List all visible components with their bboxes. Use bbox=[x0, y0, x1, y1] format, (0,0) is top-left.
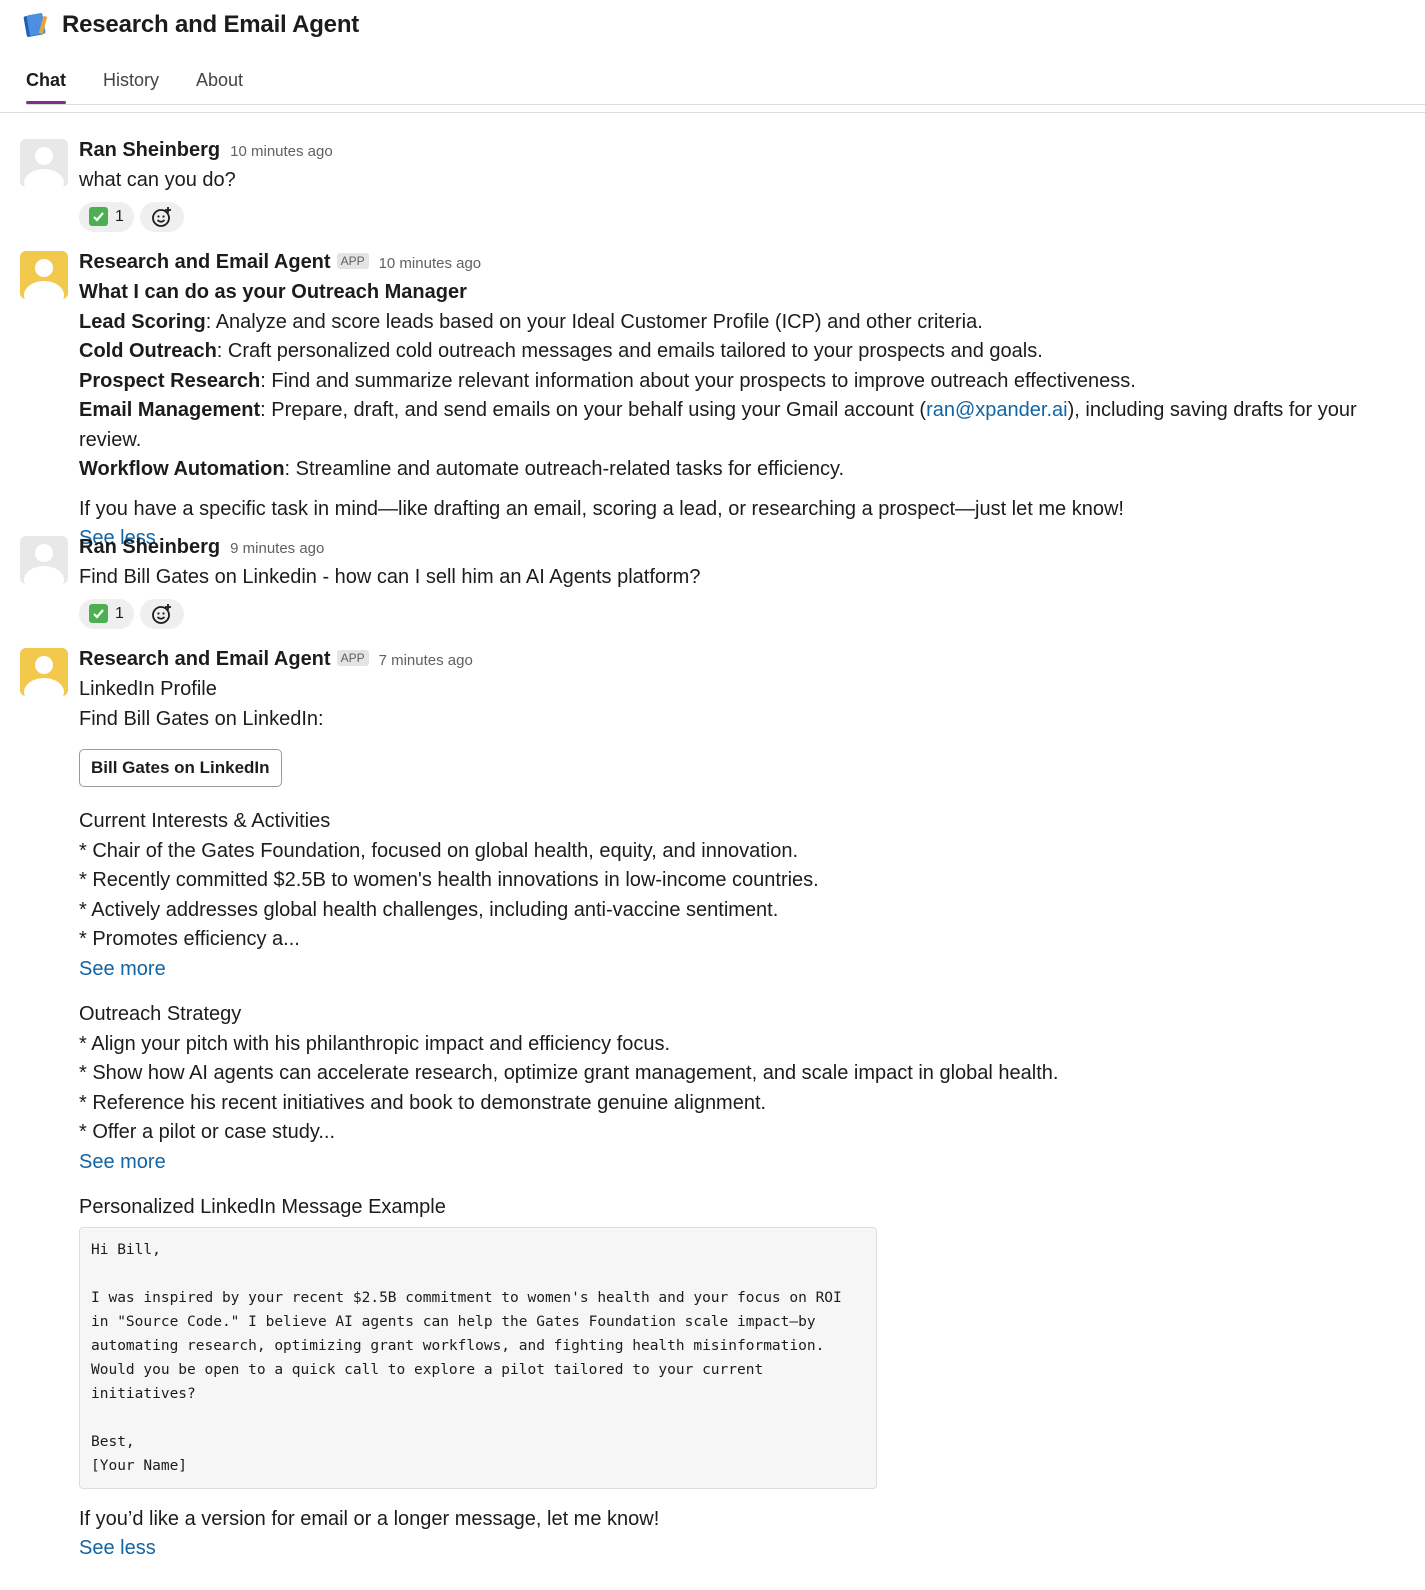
person-icon bbox=[24, 147, 64, 187]
app-badge: APP bbox=[336, 253, 369, 269]
interest-item: * Recently committed $2.5B to women's he… bbox=[79, 869, 819, 891]
strategy-item: * Reference his recent initiatives and b… bbox=[79, 1091, 767, 1114]
message-content: Ran Sheinberg 10 minutes ago what can yo… bbox=[79, 139, 1409, 232]
avatar[interactable] bbox=[20, 251, 68, 299]
capability-item: Email Management: Prepare, draft, and se… bbox=[79, 396, 1409, 455]
capability-item: Cold Outreach: Craft personalized cold o… bbox=[79, 337, 1409, 367]
message-meta: Ran Sheinberg 10 minutes ago bbox=[79, 139, 1409, 165]
reaction-count: 1 bbox=[115, 604, 124, 622]
timestamp[interactable]: 7 minutes ago bbox=[379, 652, 473, 669]
app-title: Research and Email Agent bbox=[62, 11, 360, 38]
interests-heading: Current Interests & Activities bbox=[79, 810, 331, 832]
add-reaction-button[interactable] bbox=[139, 598, 184, 629]
avatar[interactable] bbox=[20, 139, 68, 187]
message-meta: Research and Email Agent APP 7 minutes a… bbox=[79, 648, 1409, 674]
code-block: Hi Bill, I was inspired by your recent $… bbox=[79, 1226, 877, 1489]
add-reaction-button[interactable] bbox=[139, 201, 184, 232]
capability-desc: : Prepare, draft, and send emails on you… bbox=[260, 399, 927, 421]
see-more-link[interactable]: See more bbox=[79, 955, 1409, 985]
tab-chat[interactable]: Chat bbox=[26, 66, 66, 104]
interest-item: * Actively addresses global health chall… bbox=[79, 898, 779, 921]
message-content: Research and Email Agent APP 7 minutes a… bbox=[79, 648, 1409, 1564]
message-content: Research and Email Agent APP 10 minutes … bbox=[79, 251, 1409, 554]
app-badge: APP bbox=[336, 650, 369, 666]
profile-text: Find Bill Gates on LinkedIn: bbox=[79, 707, 324, 730]
tab-bar: Chat History About bbox=[26, 66, 280, 106]
sender-name[interactable]: Research and Email Agent bbox=[79, 648, 331, 671]
reactions: 1 bbox=[79, 598, 1409, 629]
capability-term: Cold Outreach bbox=[79, 340, 217, 362]
avatar[interactable] bbox=[20, 648, 68, 696]
interest-item: * Promotes efficiency a... bbox=[79, 928, 300, 950]
see-less-link[interactable]: See less bbox=[79, 1534, 1409, 1564]
interest-item: * Chair of the Gates Foundation, focused… bbox=[79, 839, 799, 862]
add-emoji-icon bbox=[152, 603, 171, 624]
reaction-count: 1 bbox=[115, 207, 124, 225]
check-reaction[interactable]: 1 bbox=[79, 201, 134, 232]
capability-item: Lead Scoring: Analyze and score leads ba… bbox=[79, 308, 1409, 338]
capability-term: Lead Scoring bbox=[79, 310, 206, 333]
message-text: Find Bill Gates on Linkedin - how can I … bbox=[79, 566, 701, 588]
notebook-icon bbox=[23, 13, 48, 37]
email-link[interactable]: ran@xpander.ai bbox=[926, 399, 1068, 421]
capability-desc: : Find and summarize relevant informatio… bbox=[260, 369, 1136, 392]
timestamp[interactable]: 10 minutes ago bbox=[230, 143, 333, 160]
add-emoji-icon bbox=[152, 206, 171, 227]
strategy-item: * Show how AI agents can accelerate rese… bbox=[79, 1062, 1059, 1084]
closing-text: If you’d like a version for email or a l… bbox=[79, 1507, 660, 1530]
closing-text: If you have a specific task in mind—like… bbox=[79, 497, 1124, 520]
reactions: 1 bbox=[79, 201, 1409, 232]
check-reaction[interactable]: 1 bbox=[79, 598, 134, 629]
header-divider bbox=[0, 112, 1425, 113]
message-text: what can you do? bbox=[79, 169, 236, 191]
capability-term: Workflow Automation bbox=[79, 458, 285, 480]
see-more-link[interactable]: See more bbox=[79, 1148, 1409, 1178]
capability-desc: : Streamline and automate outreach-relat… bbox=[284, 458, 845, 480]
strategy-heading: Outreach Strategy bbox=[79, 1003, 242, 1025]
section-heading: What I can do as your Outreach Manager bbox=[79, 281, 467, 303]
tab-history[interactable]: History bbox=[103, 66, 159, 104]
capability-term: Email Management bbox=[79, 399, 261, 421]
profile-heading: LinkedIn Profile bbox=[79, 678, 217, 700]
capability-desc: : Craft personalized cold outreach messa… bbox=[216, 340, 1043, 362]
message-meta: Research and Email Agent APP 10 minutes … bbox=[79, 251, 1409, 277]
sender-name[interactable]: Ran Sheinberg bbox=[79, 139, 220, 162]
app-header: Research and Email Agent Chat History Ab… bbox=[0, 0, 1425, 115]
tab-divider bbox=[26, 104, 1425, 105]
capability-desc: : Analyze and score leads based on your … bbox=[205, 310, 983, 333]
strategy-item: * Offer a pilot or case study... bbox=[79, 1121, 336, 1143]
capability-term: Prospect Research bbox=[79, 369, 261, 392]
person-icon bbox=[24, 544, 64, 584]
message-meta: Ran Sheinberg 9 minutes ago bbox=[79, 536, 1409, 562]
capability-item: Workflow Automation: Streamline and auto… bbox=[79, 455, 1409, 485]
avatar[interactable] bbox=[20, 536, 68, 584]
checkmark-icon bbox=[89, 207, 108, 226]
example-heading: Personalized LinkedIn Message Example bbox=[79, 1196, 446, 1218]
profile-button-row: Bill Gates on LinkedIn bbox=[79, 749, 1409, 787]
timestamp[interactable]: 9 minutes ago bbox=[230, 540, 324, 557]
message-content: Ran Sheinberg 9 minutes ago Find Bill Ga… bbox=[79, 536, 1409, 629]
capability-item: Prospect Research: Find and summarize re… bbox=[79, 367, 1409, 397]
linkedin-profile-button[interactable]: Bill Gates on LinkedIn bbox=[79, 749, 282, 787]
person-icon bbox=[24, 656, 64, 696]
timestamp[interactable]: 10 minutes ago bbox=[379, 255, 482, 272]
tab-about[interactable]: About bbox=[196, 66, 243, 104]
strategy-item: * Align your pitch with his philanthropi… bbox=[79, 1032, 671, 1055]
sender-name[interactable]: Ran Sheinberg bbox=[79, 536, 220, 559]
sender-name[interactable]: Research and Email Agent bbox=[79, 251, 331, 274]
checkmark-icon bbox=[89, 604, 108, 623]
title-row: Research and Email Agent bbox=[20, 8, 359, 42]
person-icon bbox=[24, 259, 64, 299]
